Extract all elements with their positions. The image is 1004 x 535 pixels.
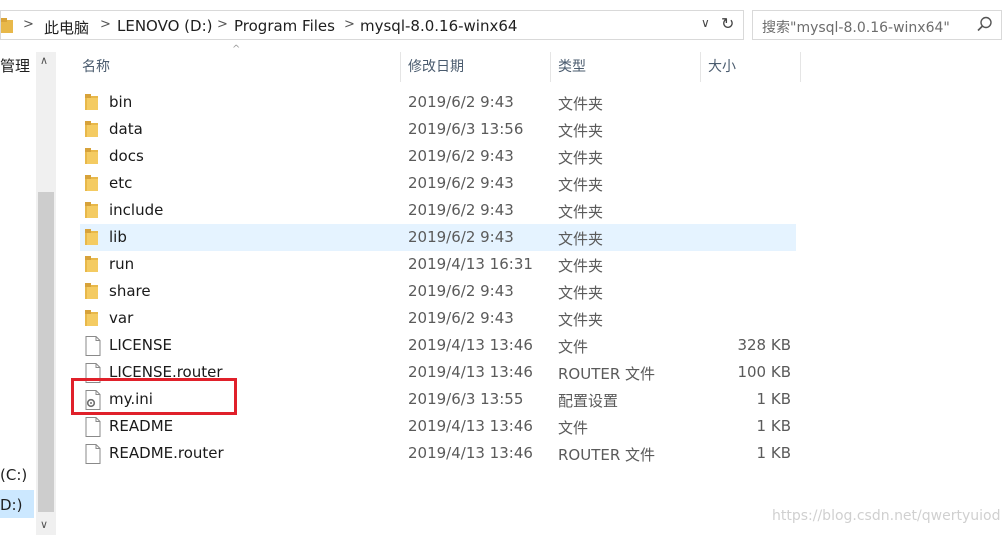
file-name: docs xyxy=(109,147,144,165)
folder-icon xyxy=(85,282,99,304)
breadcrumb-drive[interactable]: LENOVO (D:) xyxy=(117,17,212,35)
folder-icon xyxy=(85,174,99,196)
file-row[interactable]: share 2019/6/2 9:43 文件夹 xyxy=(80,278,796,305)
file-size: 328 KB xyxy=(737,336,791,354)
file-date-modified: 2019/6/3 13:56 xyxy=(408,120,524,138)
refresh-icon[interactable]: ↻ xyxy=(721,14,741,36)
file-type: 文件夹 xyxy=(558,176,604,194)
search-icon[interactable] xyxy=(977,16,993,36)
folder-icon xyxy=(85,255,99,277)
file-name: bin xyxy=(109,93,133,111)
file-icon xyxy=(85,444,101,468)
chevron-down-icon[interactable]: ∨ xyxy=(701,16,717,34)
column-header-type[interactable]: 类型 xyxy=(550,52,701,82)
file-type: 文件夹 xyxy=(558,284,604,302)
file-row[interactable]: lib 2019/6/2 9:43 文件夹 xyxy=(80,224,796,251)
file-icon xyxy=(85,417,101,441)
file-name: LICENSE xyxy=(109,336,172,354)
folder-icon xyxy=(1,18,13,38)
file-row[interactable]: README.router 2019/4/13 13:46 ROUTER 文件 1 K… xyxy=(80,440,796,467)
scroll-down-icon[interactable]: ∨ xyxy=(40,518,48,531)
file-name: README xyxy=(109,417,174,435)
watermark-text: https://blog.csdn.net/qwertyuiod xyxy=(772,508,1001,524)
chevron-right-icon[interactable]: > xyxy=(344,17,355,32)
folder-icon xyxy=(85,201,99,223)
nav-scrollbar[interactable]: ∧ ∨ xyxy=(36,52,56,535)
file-icon xyxy=(85,336,101,360)
file-name: run xyxy=(109,255,135,273)
scrollbar-thumb[interactable] xyxy=(38,192,54,512)
nav-item-drive-d[interactable]: D:) xyxy=(0,496,22,514)
file-name: include xyxy=(109,201,164,219)
file-date-modified: 2019/4/13 13:46 xyxy=(408,363,533,381)
file-date-modified: 2019/4/13 16:31 xyxy=(408,255,533,273)
column-header-name[interactable]: 名称 xyxy=(74,52,401,82)
file-date-modified: 2019/6/2 9:43 xyxy=(408,309,514,327)
file-type: ROUTER 文件 xyxy=(558,446,656,464)
file-row[interactable]: var 2019/6/2 9:43 文件夹 xyxy=(80,305,796,332)
file-size: 1 KB xyxy=(756,417,791,435)
file-type: 文件夹 xyxy=(558,311,604,329)
file-date-modified: 2019/6/2 9:43 xyxy=(408,93,514,111)
scroll-up-icon[interactable]: ∧ xyxy=(40,54,48,67)
file-type: 文件夹 xyxy=(558,257,604,275)
address-bar[interactable]: > 此电脑 > LENOVO (D:) > Program Files > my… xyxy=(0,10,744,40)
file-type: 配置设置 xyxy=(558,392,619,410)
file-date-modified: 2019/6/2 9:43 xyxy=(408,201,514,219)
file-date-modified: 2019/6/2 9:43 xyxy=(408,174,514,192)
file-date-modified: 2019/6/2 9:43 xyxy=(408,282,514,300)
file-size: 1 KB xyxy=(756,444,791,462)
folder-icon xyxy=(85,309,99,331)
chevron-right-icon[interactable]: > xyxy=(100,17,111,32)
file-row[interactable]: run 2019/4/13 16:31 文件夹 xyxy=(80,251,796,278)
column-header-date[interactable]: 修改日期 xyxy=(400,52,551,82)
file-type: 文件夹 xyxy=(558,95,604,113)
folder-icon xyxy=(85,147,99,169)
file-row[interactable]: etc 2019/6/2 9:43 文件夹 xyxy=(80,170,796,197)
file-name: var xyxy=(109,309,134,327)
file-row[interactable]: bin 2019/6/2 9:43 文件夹 xyxy=(80,89,796,116)
file-row[interactable]: data 2019/6/3 13:56 文件夹 xyxy=(80,116,796,143)
file-type: 文件 xyxy=(558,419,589,437)
file-name: etc xyxy=(109,174,133,192)
file-name: share xyxy=(109,282,151,300)
file-date-modified: 2019/6/2 9:43 xyxy=(408,228,514,246)
search-input[interactable]: 搜索"mysql-8.0.16-winx64" xyxy=(752,10,1002,40)
file-type: 文件夹 xyxy=(558,230,604,248)
file-row[interactable]: LICENSE 2019/4/13 13:46 文件 328 KB xyxy=(80,332,796,359)
search-placeholder: 搜索"mysql-8.0.16-winx64" xyxy=(762,20,950,36)
nav-item-manage[interactable]: 管理 xyxy=(0,55,30,76)
nav-item-drive-c[interactable]: (C:) xyxy=(0,466,27,484)
file-type: 文件夹 xyxy=(558,203,604,221)
folder-icon xyxy=(85,120,99,142)
file-row[interactable]: include 2019/6/2 9:43 文件夹 xyxy=(80,197,796,224)
column-header-size[interactable]: 大小 xyxy=(700,52,801,82)
chevron-right-icon[interactable]: > xyxy=(217,17,228,32)
folder-icon xyxy=(85,228,99,250)
file-size: 100 KB xyxy=(737,363,791,381)
file-type: 文件 xyxy=(558,338,589,356)
file-name: lib xyxy=(109,228,127,246)
file-type: 文件夹 xyxy=(558,122,604,140)
file-date-modified: 2019/6/2 9:43 xyxy=(408,147,514,165)
file-type: ROUTER 文件 xyxy=(558,365,656,383)
file-name: README.router xyxy=(109,444,224,462)
folder-icon xyxy=(85,93,99,115)
chevron-right-icon: > xyxy=(23,17,34,32)
file-name: data xyxy=(109,120,143,138)
file-date-modified: 2019/4/13 13:46 xyxy=(408,336,533,354)
file-size: 1 KB xyxy=(756,390,791,408)
file-type: 文件夹 xyxy=(558,149,604,167)
file-date-modified: 2019/6/3 13:55 xyxy=(408,390,524,408)
file-date-modified: 2019/4/13 13:46 xyxy=(408,417,533,435)
file-date-modified: 2019/4/13 13:46 xyxy=(408,444,533,462)
file-row[interactable]: README 2019/4/13 13:46 文件 1 KB xyxy=(80,413,796,440)
breadcrumb-this-pc[interactable]: 此电脑 xyxy=(44,17,89,38)
highlight-annotation-box xyxy=(71,378,237,415)
file-row[interactable]: docs 2019/6/2 9:43 文件夹 xyxy=(80,143,796,170)
breadcrumb-program-files[interactable]: Program Files xyxy=(234,17,335,35)
breadcrumb-current-folder[interactable]: mysql-8.0.16-winx64 xyxy=(360,17,517,35)
